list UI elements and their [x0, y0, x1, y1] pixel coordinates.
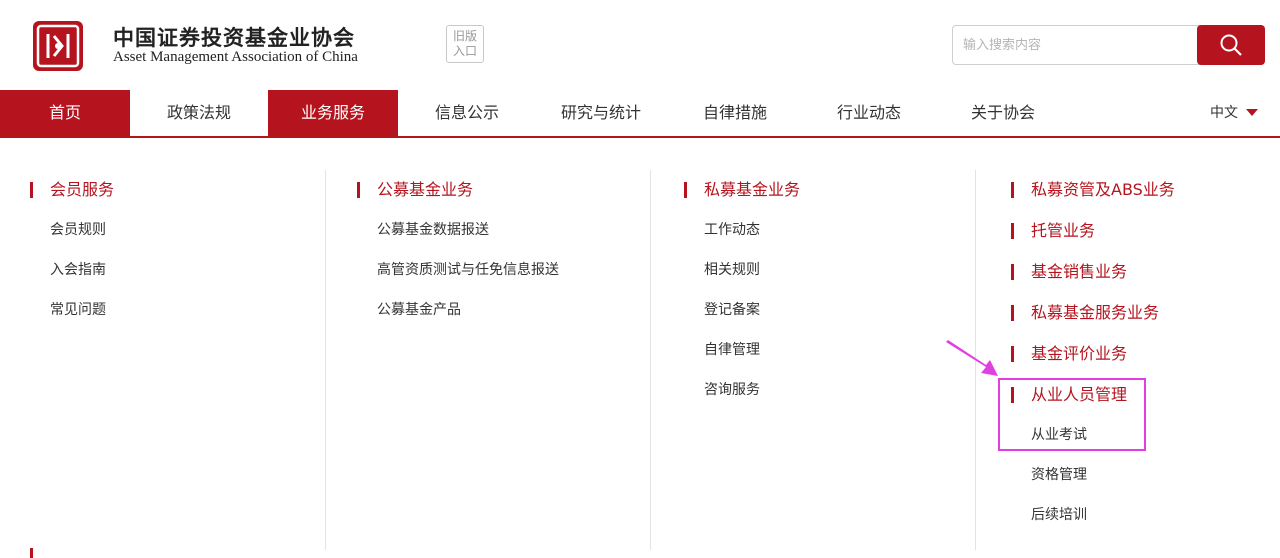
column-divider — [325, 170, 326, 550]
main-nav: 首页 政策法规 业务服务 信息公示 研究与统计 自律措施 行业动态 关于协会 中… — [0, 90, 1280, 138]
menu-item-public-fund-data[interactable]: 公募基金数据报送 — [357, 210, 559, 250]
menu-item-membership-guide[interactable]: 入会指南 — [30, 250, 114, 290]
nav-item-industry-news[interactable]: 行业动态 — [804, 90, 934, 136]
menu-column-other-business: 私募资管及ABS业务 托管业务 基金销售业务 私募基金服务业务 基金评价业务 从… — [1011, 179, 1175, 535]
site-title-en[interactable]: Asset Management Association of China — [113, 49, 358, 66]
menu-column-member-services: 会员服务 会员规则 入会指南 常见问题 — [30, 179, 114, 330]
column-divider — [975, 170, 976, 550]
menu-item-self-regulation[interactable]: 自律管理 — [684, 330, 800, 370]
section-title-private-funds[interactable]: 私募基金业务 — [684, 179, 800, 201]
menu-item-faq[interactable]: 常见问题 — [30, 290, 114, 330]
nav-item-business-services[interactable]: 业务服务 — [268, 90, 398, 136]
old-entry-line-1: 旧版 — [452, 29, 477, 43]
old-entry-line-2: 入口 — [452, 44, 477, 58]
search-input[interactable] — [952, 25, 1200, 65]
menu-item-qualification-exam[interactable]: 从业考试 — [1011, 415, 1175, 455]
menu-item-consulting[interactable]: 咨询服务 — [684, 370, 800, 410]
section-title-fund-evaluation[interactable]: 基金评价业务 — [1011, 343, 1175, 365]
nav-item-discipline[interactable]: 自律措施 — [670, 90, 800, 136]
menu-item-executive-qualification[interactable]: 高管资质测试与任免信息报送 — [357, 250, 559, 290]
amac-logo-icon[interactable] — [32, 20, 84, 72]
caret-down-icon — [1246, 108, 1258, 116]
site-title-cn[interactable]: 中国证券投资基金业协会 — [113, 22, 355, 52]
menu-item-qualification-management[interactable]: 资格管理 — [1011, 455, 1175, 495]
menu-item-public-fund-products[interactable]: 公募基金产品 — [357, 290, 559, 330]
menu-column-private-funds: 私募基金业务 工作动态 相关规则 登记备案 自律管理 咨询服务 — [684, 179, 800, 410]
column-divider — [650, 170, 651, 550]
nav-item-policies[interactable]: 政策法规 — [134, 90, 264, 136]
menu-item-registration[interactable]: 登记备案 — [684, 290, 800, 330]
business-services-dropdown: 会员服务 会员规则 入会指南 常见问题 公募基金业务 公募基金数据报送 高管资质… — [0, 140, 1280, 550]
old-version-entry-button[interactable]: 旧版 入口 — [446, 25, 484, 63]
nav-item-disclosure[interactable]: 信息公示 — [402, 90, 532, 136]
search-icon — [1220, 34, 1242, 56]
section-title-member-services[interactable]: 会员服务 — [30, 179, 114, 201]
menu-item-member-rules[interactable]: 会员规则 — [30, 210, 114, 250]
menu-item-work-updates[interactable]: 工作动态 — [684, 210, 800, 250]
section-title-private-am-abs[interactable]: 私募资管及ABS业务 — [1011, 179, 1175, 201]
menu-item-related-rules[interactable]: 相关规则 — [684, 250, 800, 290]
section-title-fund-sales[interactable]: 基金销售业务 — [1011, 261, 1175, 283]
nav-item-home[interactable]: 首页 — [0, 90, 130, 136]
menu-column-public-funds: 公募基金业务 公募基金数据报送 高管资质测试与任免信息报送 公募基金产品 — [357, 179, 559, 330]
language-selector[interactable]: 中文 — [1210, 90, 1258, 136]
site-header: 中国证券投资基金业协会 Asset Management Association… — [0, 0, 1280, 90]
section-title-personnel-management[interactable]: 从业人员管理 — [1011, 384, 1175, 406]
nav-item-research[interactable]: 研究与统计 — [536, 90, 666, 136]
language-label: 中文 — [1210, 105, 1238, 121]
section-title-private-fund-services[interactable]: 私募基金服务业务 — [1011, 302, 1175, 324]
nav-item-about[interactable]: 关于协会 — [938, 90, 1068, 136]
menu-item-continuing-training[interactable]: 后续培训 — [1011, 495, 1175, 535]
section-title-public-funds[interactable]: 公募基金业务 — [357, 179, 559, 201]
section-title-custody[interactable]: 托管业务 — [1011, 220, 1175, 242]
search-button[interactable] — [1197, 25, 1265, 65]
